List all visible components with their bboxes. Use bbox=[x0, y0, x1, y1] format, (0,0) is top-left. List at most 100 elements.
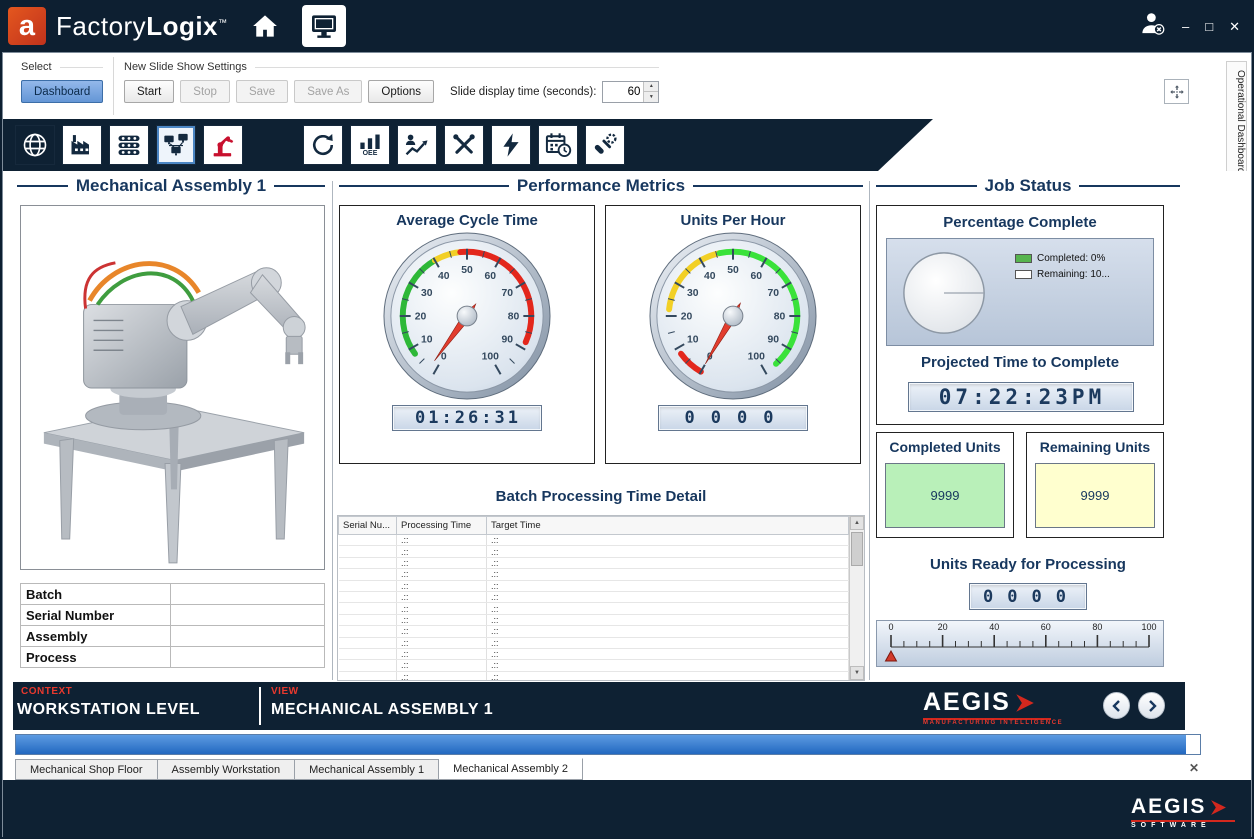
batch-table-row[interactable]: .::.:: bbox=[339, 648, 849, 659]
save-as-button[interactable]: Save As bbox=[294, 80, 362, 103]
slide-nav bbox=[1103, 692, 1165, 719]
serial-value bbox=[171, 605, 325, 626]
scroll-down-button[interactable]: ▼ bbox=[850, 666, 864, 680]
batch-table-title: Batch Processing Time Detail bbox=[335, 488, 867, 505]
batch-column-header[interactable]: Processing Time bbox=[397, 517, 487, 535]
factory-button[interactable] bbox=[62, 125, 102, 165]
previous-slide-button[interactable] bbox=[1103, 692, 1130, 719]
oee-label: OEE bbox=[363, 150, 378, 157]
power-button[interactable] bbox=[491, 125, 531, 165]
slide-time-input[interactable] bbox=[603, 82, 643, 102]
home-button[interactable] bbox=[250, 11, 280, 41]
batch-column-header[interactable]: Serial Nu... bbox=[339, 517, 397, 535]
svg-text:0: 0 bbox=[441, 352, 447, 363]
aegis-arrow-icon bbox=[1015, 693, 1035, 713]
maintenance-button[interactable] bbox=[585, 125, 625, 165]
svg-text:100: 100 bbox=[1141, 622, 1156, 632]
svg-text:90: 90 bbox=[767, 335, 779, 346]
tools-button[interactable] bbox=[444, 125, 484, 165]
process-value bbox=[171, 647, 325, 668]
schedule-button[interactable] bbox=[538, 125, 578, 165]
percentage-complete-title: Percentage Complete bbox=[877, 214, 1163, 231]
svg-text:50: 50 bbox=[461, 265, 473, 276]
next-slide-button[interactable] bbox=[1138, 692, 1165, 719]
options-button[interactable]: Options bbox=[368, 80, 434, 103]
tab-close-button[interactable]: ✕ bbox=[1189, 761, 1199, 775]
footer-aegis-logo: AEGIS SOFTWARE bbox=[1131, 795, 1235, 829]
user-logout-button[interactable] bbox=[1139, 10, 1166, 42]
svg-text:70: 70 bbox=[501, 288, 513, 299]
robot-arm-button[interactable] bbox=[203, 125, 243, 165]
workstation-group-button[interactable] bbox=[156, 125, 196, 165]
svg-text:20: 20 bbox=[938, 622, 948, 632]
minimize-button[interactable]: – bbox=[1182, 20, 1189, 33]
legend-completed: Completed: 0% bbox=[1015, 253, 1110, 264]
dashboard-button[interactable]: Dashboard bbox=[21, 80, 103, 103]
aegis-logo: AEGIS MANUFACTURING INTELLIGENCE bbox=[923, 688, 1063, 726]
completed-units-value: 9999 bbox=[885, 463, 1005, 528]
batch-table-row[interactable]: .::.:: bbox=[339, 671, 849, 681]
units-ready-display: 0000 bbox=[969, 583, 1087, 610]
percentage-complete-panel: Percentage Complete Completed: 0% Remain… bbox=[876, 205, 1164, 425]
batch-value bbox=[171, 584, 325, 605]
batch-table-row[interactable]: .::.:: bbox=[339, 580, 849, 591]
batch-table-row[interactable]: .::.:: bbox=[339, 591, 849, 602]
batch-table-row[interactable]: .::.:: bbox=[339, 546, 849, 557]
save-button[interactable]: Save bbox=[236, 80, 288, 103]
slide-progress-fill bbox=[16, 735, 1186, 754]
monitor-icon bbox=[308, 10, 340, 42]
job-status-panel-title: Job Status bbox=[876, 176, 1180, 196]
batch-table-row[interactable]: .::.:: bbox=[339, 626, 849, 637]
spin-up-button[interactable]: ▲ bbox=[644, 82, 658, 93]
remaining-units-title: Remaining Units bbox=[1027, 439, 1163, 455]
batch-table-row[interactable]: .::.:: bbox=[339, 603, 849, 614]
stop-button[interactable]: Stop bbox=[180, 80, 230, 103]
svg-text:50: 50 bbox=[727, 265, 739, 276]
dock-move-button[interactable] bbox=[1164, 79, 1189, 104]
batch-table-row[interactable]: .::.:: bbox=[339, 535, 849, 546]
operator-metrics-button[interactable] bbox=[397, 125, 437, 165]
remaining-units-panel: Remaining Units 9999 bbox=[1026, 432, 1164, 538]
start-button[interactable]: Start bbox=[124, 80, 174, 103]
slideshow-settings-group: New Slide Show Settings Start Stop Save … bbox=[113, 57, 669, 115]
avg-cycle-time-title: Average Cycle Time bbox=[340, 212, 594, 229]
info-row-batch: Batch bbox=[21, 584, 325, 605]
svg-text:100: 100 bbox=[748, 352, 766, 363]
batch-table-row[interactable]: .::.:: bbox=[339, 614, 849, 625]
tab-mechanical-assembly-2[interactable]: Mechanical Assembly 2 bbox=[439, 758, 583, 780]
scroll-up-button[interactable]: ▲ bbox=[850, 516, 864, 530]
batch-table-row[interactable]: .::.:: bbox=[339, 637, 849, 648]
spin-down-button[interactable]: ▼ bbox=[644, 92, 658, 102]
oee-button[interactable]: OEE bbox=[350, 125, 390, 165]
close-button[interactable]: ✕ bbox=[1229, 20, 1240, 33]
batch-table-row[interactable]: .::.:: bbox=[339, 569, 849, 580]
globe-button[interactable] bbox=[15, 125, 55, 165]
titlebar: a FactoryLogix™ – □ ✕ bbox=[0, 0, 1254, 52]
projected-time-title: Projected Time to Complete bbox=[877, 354, 1163, 371]
batch-table-header: Serial Nu...Processing TimeTarget Time bbox=[339, 517, 849, 535]
units-per-hour-gauge: 0102030405060708090100 bbox=[606, 230, 860, 402]
operator-metrics-icon bbox=[403, 131, 431, 159]
tab-assembly-workstation[interactable]: Assembly Workstation bbox=[158, 759, 296, 780]
oee-bars-icon bbox=[357, 134, 383, 149]
cycle-time-button[interactable] bbox=[303, 125, 343, 165]
batch-column-header[interactable]: Target Time bbox=[487, 517, 849, 535]
batch-table-row[interactable]: .::.:: bbox=[339, 557, 849, 568]
tab-mechanical-assembly-1[interactable]: Mechanical Assembly 1 bbox=[295, 759, 439, 780]
units-ready-linear-gauge: 020406080100 bbox=[876, 620, 1164, 667]
app-title: FactoryLogix™ bbox=[56, 11, 228, 42]
batch-table-scrollbar[interactable]: ▲ ▼ bbox=[849, 516, 864, 680]
tab-mechanical-shop-floor[interactable]: Mechanical Shop Floor bbox=[15, 759, 158, 780]
dashboards-button[interactable] bbox=[302, 5, 346, 47]
assembly-line-button[interactable] bbox=[109, 125, 149, 165]
svg-text:80: 80 bbox=[508, 311, 520, 322]
maximize-button[interactable]: □ bbox=[1205, 20, 1213, 33]
svg-text:70: 70 bbox=[767, 288, 779, 299]
footer-bar: AEGIS SOFTWARE bbox=[3, 780, 1251, 838]
scrollbar-thumb[interactable] bbox=[851, 532, 863, 566]
avg-cycle-time-gauge: 0102030405060708090100 bbox=[340, 230, 594, 402]
svg-text:40: 40 bbox=[438, 271, 450, 282]
view-icons-right: OEE bbox=[303, 125, 625, 165]
batch-table-row[interactable]: .::.:: bbox=[339, 660, 849, 671]
main-window: Select Dashboard New Slide Show Settings… bbox=[2, 52, 1252, 837]
